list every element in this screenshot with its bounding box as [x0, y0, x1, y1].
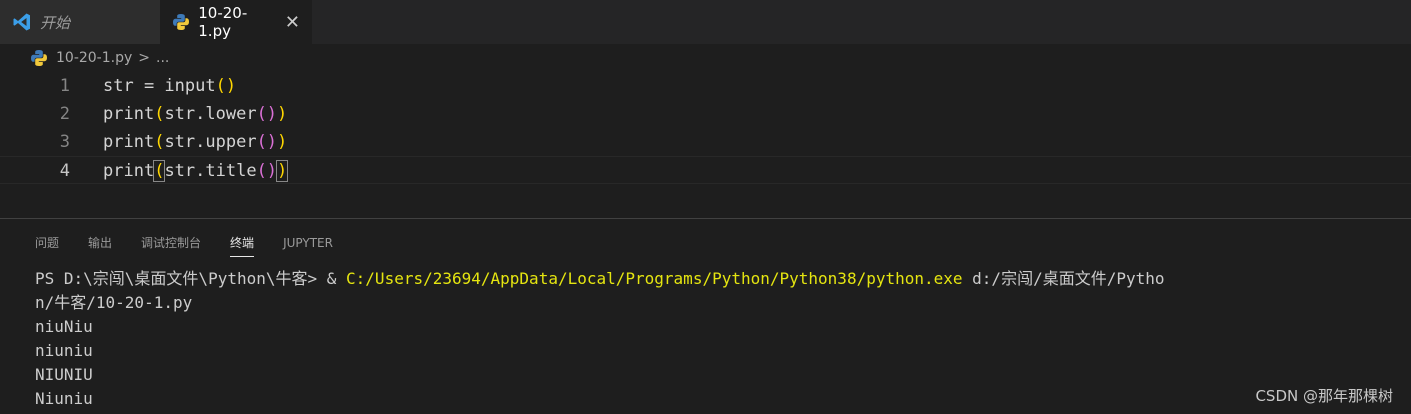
python-file-icon	[172, 12, 190, 32]
close-icon[interactable]: ✕	[285, 12, 300, 33]
code-token: print	[103, 132, 155, 152]
tab-terminal[interactable]: 终端	[230, 233, 255, 257]
line-number: 1	[59, 76, 70, 96]
bracket: ()	[256, 161, 278, 181]
line-number: 4	[59, 161, 70, 181]
bracket: ()	[256, 104, 278, 124]
python-file-icon	[30, 49, 48, 67]
bottom-panel: 问题 输出 调试控制台 终端 JUPYTER PS D:\宗闯\桌面文件\Pyt…	[0, 218, 1411, 414]
bracket-match: (	[153, 160, 166, 182]
bracket: (	[215, 76, 226, 96]
tab-file-label: 10-20-1.py	[198, 4, 248, 40]
vscode-icon	[12, 12, 32, 32]
bracket: )	[277, 132, 288, 152]
bracket: )	[225, 76, 237, 96]
tab-bar: 开始 10-20-1.py ✕	[0, 0, 1411, 44]
bracket-match: )	[276, 160, 289, 182]
bracket: ()	[256, 132, 278, 152]
code-line[interactable]: 2 print(str.lower())	[0, 100, 1411, 128]
code-token: print	[103, 161, 155, 181]
code-text: print(str.upper())	[103, 128, 287, 156]
terminal-exe-path: C:/Users/23694/AppData/Local/Programs/Py…	[346, 269, 963, 288]
line-number: 2	[59, 104, 70, 124]
bracket: (	[154, 104, 165, 124]
code-text: print(str.title())	[103, 157, 289, 185]
breadcrumb-more[interactable]: ...	[156, 50, 169, 66]
code-line[interactable]: 3 print(str.upper())	[0, 128, 1411, 156]
terminal-command-wrap: n/牛客/10-20-1.py	[35, 293, 193, 312]
terminal-prompt: PS D:\宗闯\桌面文件\Python\牛客> &	[35, 269, 347, 288]
watermark: CSDN @那年那棵树	[1255, 387, 1393, 405]
panel-tabs: 问题 输出 调试控制台 终端 JUPYTER	[35, 233, 333, 257]
chevron-right-icon: >	[138, 50, 150, 66]
terminal[interactable]: PS D:\宗闯\桌面文件\Python\牛客> & C:/Users/2369…	[35, 267, 1395, 411]
code-text: print(str.lower())	[103, 100, 287, 128]
tab-output[interactable]: 输出	[88, 233, 112, 257]
tab-jupyter[interactable]: JUPYTER	[283, 233, 333, 257]
breadcrumb-file[interactable]: 10-20-1.py	[56, 50, 132, 66]
code-token: str = input	[103, 76, 216, 96]
terminal-command-line: PS D:\宗闯\桌面文件\Python\牛客> & C:/Users/2369…	[35, 267, 1395, 291]
code-line[interactable]: 1 str = input()	[0, 72, 1411, 100]
tab-debug-console[interactable]: 调试控制台	[141, 233, 201, 257]
bracket: (	[154, 132, 165, 152]
terminal-output-line: NIUNIU	[35, 365, 93, 384]
breadcrumb: 10-20-1.py > ...	[30, 46, 169, 70]
code-editor[interactable]: 1 str = input() 2 print(str.lower()) 3 p…	[0, 72, 1411, 217]
code-text: str = input()	[103, 72, 236, 100]
code-line-current[interactable]: 4 print(str.title())	[0, 156, 1411, 184]
code-token: str.upper	[164, 132, 257, 152]
tab-file[interactable]: 10-20-1.py ✕	[160, 0, 312, 44]
code-token: print	[103, 104, 155, 124]
code-token: str.title	[164, 161, 257, 181]
terminal-arg: d:/宗闯/桌面文件/Pytho	[962, 269, 1165, 288]
terminal-output-line: niuniu	[35, 341, 93, 360]
terminal-output-line: Niuniu	[35, 389, 93, 408]
line-number: 3	[59, 132, 70, 152]
bracket: )	[277, 104, 288, 124]
tab-start[interactable]: 开始	[0, 0, 160, 44]
terminal-output-line: niuNiu	[35, 317, 93, 336]
tab-problems[interactable]: 问题	[35, 233, 59, 257]
tab-start-label: 开始	[40, 13, 71, 32]
code-token: str.lower	[164, 104, 257, 124]
